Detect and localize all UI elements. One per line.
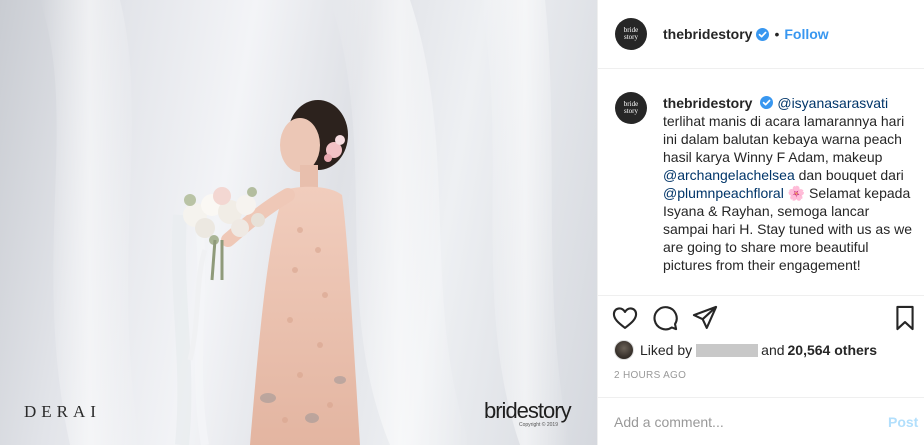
caption-text: thebridestory @isyanasarasvati terlihat … xyxy=(663,94,913,274)
post-timestamp[interactable]: 2 HOURS AGO xyxy=(614,370,686,381)
caption-username[interactable]: thebridestory xyxy=(663,95,752,111)
caption-verified-badge-icon xyxy=(760,96,774,109)
comment-icon[interactable] xyxy=(651,304,679,332)
liker-username-redacted[interactable] xyxy=(696,343,759,357)
post-photo[interactable]: DERAI bridestory Copyright © 2019 xyxy=(0,0,597,445)
post-side-panel: bride story thebridestory • Follow bride… xyxy=(597,0,924,445)
likes-summary: Liked by and 20,564 others xyxy=(614,339,877,361)
liker-avatar[interactable] xyxy=(614,340,634,360)
author-avatar[interactable]: bride story xyxy=(615,18,647,50)
photo-illustration xyxy=(40,0,570,445)
verified-badge-icon xyxy=(756,27,770,41)
caption-section: bride story thebridestory @isyanasarasva… xyxy=(598,70,924,295)
comment-input[interactable] xyxy=(614,413,874,430)
photo-watermark-copyright: Copyright © 2019 xyxy=(519,422,558,428)
caption-author-avatar[interactable]: bride story xyxy=(615,92,647,124)
follow-button[interactable]: Follow xyxy=(784,26,828,42)
caption-body-part-1: terlihat manis di acara lamarannya hari … xyxy=(663,113,905,165)
caption-mention-plumnpeachfloral[interactable]: @plumnpeachfloral xyxy=(663,185,784,201)
post-comment-button[interactable]: Post xyxy=(888,414,918,430)
caption-avatar-text-bottom: story xyxy=(624,107,638,115)
header-separator: • xyxy=(774,26,780,42)
post-header: bride story thebridestory • Follow xyxy=(598,0,924,69)
likes-count-link[interactable]: 20,564 others xyxy=(788,342,878,358)
likes-prefix: Liked by xyxy=(640,342,693,358)
author-username[interactable]: thebridestory xyxy=(663,26,752,42)
caption-body-part-2: dan bouquet dari xyxy=(794,167,904,183)
paper-plane-icon[interactable] xyxy=(691,304,719,332)
bookmark-icon[interactable] xyxy=(891,304,919,332)
comment-bar: Post xyxy=(598,397,924,445)
post-actions-bar xyxy=(598,295,924,338)
photo-watermark-derai: DERAI xyxy=(24,402,101,421)
avatar-text-bottom: story xyxy=(624,33,638,41)
caption-mention-isyanasarasvati[interactable]: @isyanasarasvati xyxy=(777,95,888,111)
caption-mention-archangelachelsea[interactable]: @archangelachelsea xyxy=(663,167,795,183)
photo-watermark-bridestory: bridestory xyxy=(484,398,572,423)
likes-and: and xyxy=(761,342,785,358)
heart-icon[interactable] xyxy=(611,304,639,332)
